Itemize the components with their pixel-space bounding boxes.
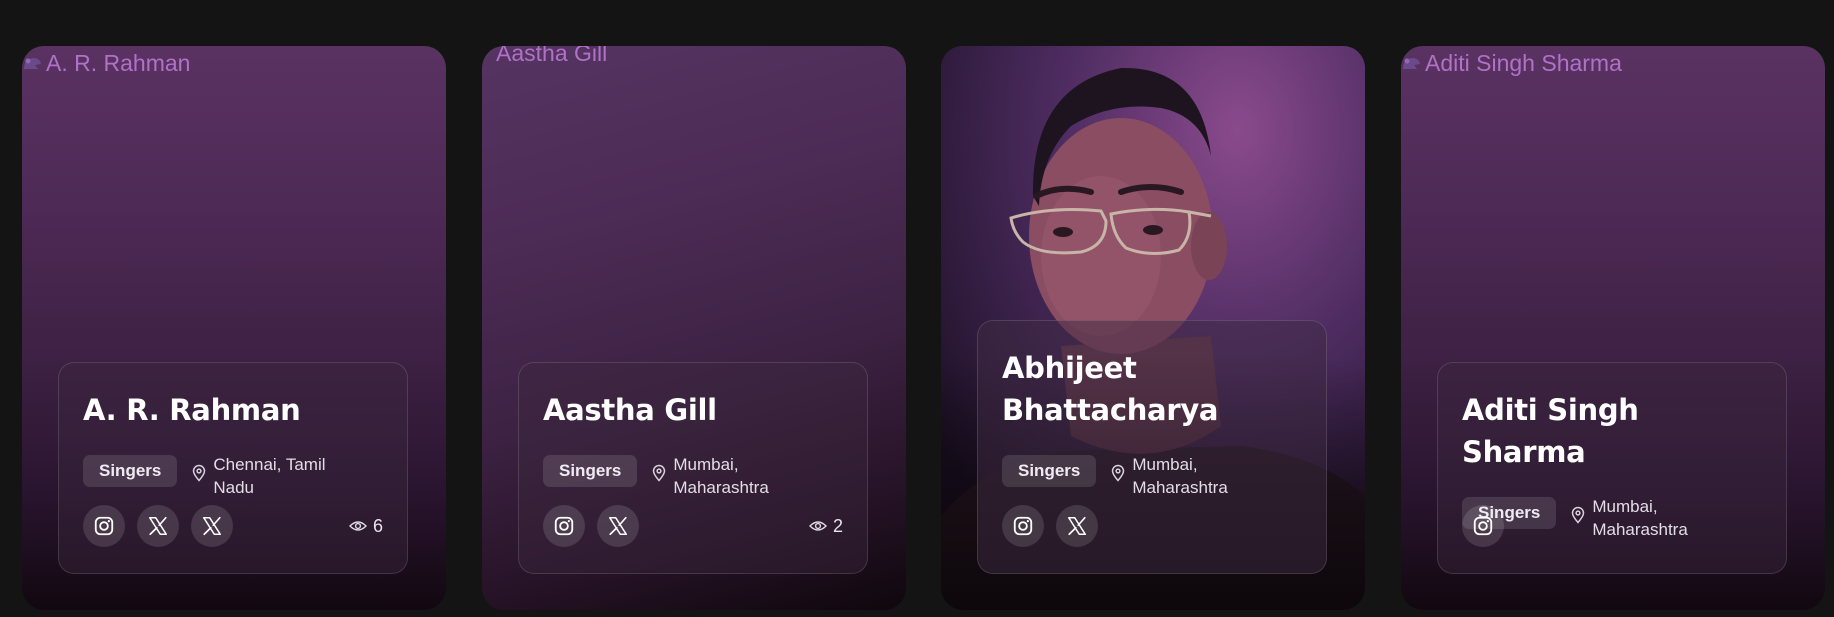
location-text: Mumbai, Maharashtra xyxy=(1132,455,1228,497)
instagram-link[interactable] xyxy=(1002,505,1044,547)
artist-card[interactable]: Aditi Singh Sharma Aditi Singh Sharma Si… xyxy=(1401,46,1825,610)
broken-image-icon xyxy=(24,57,41,69)
artist-info-panel: Aditi Singh Sharma Singers Mumbai, Mahar… xyxy=(1437,362,1787,574)
broken-image-icon xyxy=(1403,57,1420,69)
artist-card[interactable]: Aastha Gill Aastha Gill Singers Mumbai, … xyxy=(482,46,906,610)
location-text: Chennai, Tamil Nadu xyxy=(213,455,326,497)
broken-image-alt: Aastha Gill xyxy=(496,46,608,66)
x-icon xyxy=(608,516,628,536)
view-count-value: 6 xyxy=(372,515,383,536)
broken-image-alt: Aditi Singh Sharma xyxy=(1401,50,1622,77)
x-link[interactable] xyxy=(597,505,639,547)
artist-name[interactable]: A. R. Rahman xyxy=(83,389,383,431)
view-count-value: 2 xyxy=(832,515,843,536)
category-badge[interactable]: Singers xyxy=(1002,455,1097,487)
eye-icon xyxy=(348,521,367,531)
map-pin-icon xyxy=(653,464,666,482)
instagram-icon xyxy=(1013,516,1033,536)
view-count: 2 xyxy=(808,515,843,537)
x-link[interactable] xyxy=(1056,505,1098,547)
instagram-link[interactable] xyxy=(1462,505,1504,547)
location: Mumbai, Maharashtra xyxy=(651,453,823,499)
artist-card[interactable]: Abhijeet Bhattacharya Singers Mumbai, Ma… xyxy=(941,46,1365,610)
location: Chennai, Tamil Nadu xyxy=(191,453,363,499)
instagram-link[interactable] xyxy=(543,505,585,547)
instagram-icon xyxy=(554,516,574,536)
view-count: 6 xyxy=(348,515,383,537)
category-badge[interactable]: Singers xyxy=(543,455,638,487)
x-link[interactable] xyxy=(191,505,233,547)
artist-card-grid: A. R. Rahman A. R. Rahman Singers Chenna… xyxy=(0,0,1834,617)
instagram-icon xyxy=(1473,516,1493,536)
artist-card[interactable]: A. R. Rahman A. R. Rahman Singers Chenna… xyxy=(22,46,446,610)
x-icon xyxy=(1067,516,1087,536)
location-text: Mumbai, Maharashtra xyxy=(673,455,769,497)
location: Mumbai, Maharashtra xyxy=(1110,453,1282,499)
artist-name[interactable]: Aditi Singh Sharma xyxy=(1462,389,1762,473)
artist-info-panel: A. R. Rahman Singers Chennai, Tamil Nadu xyxy=(58,362,408,574)
map-pin-icon xyxy=(1112,464,1125,482)
map-pin-icon xyxy=(193,464,206,482)
artist-name[interactable]: Aastha Gill xyxy=(543,389,843,431)
instagram-link[interactable] xyxy=(83,505,125,547)
x-icon xyxy=(148,516,168,536)
artist-info-panel: Aastha Gill Singers Mumbai, Maharashtra xyxy=(518,362,868,574)
eye-icon xyxy=(808,521,827,531)
broken-image-alt: A. R. Rahman xyxy=(22,50,190,77)
artist-info-panel: Abhijeet Bhattacharya Singers Mumbai, Ma… xyxy=(977,320,1327,574)
instagram-icon xyxy=(94,516,114,536)
category-badge[interactable]: Singers xyxy=(83,455,178,487)
x-icon xyxy=(202,516,222,536)
artist-name[interactable]: Abhijeet Bhattacharya xyxy=(1002,347,1232,431)
x-link[interactable] xyxy=(137,505,179,547)
